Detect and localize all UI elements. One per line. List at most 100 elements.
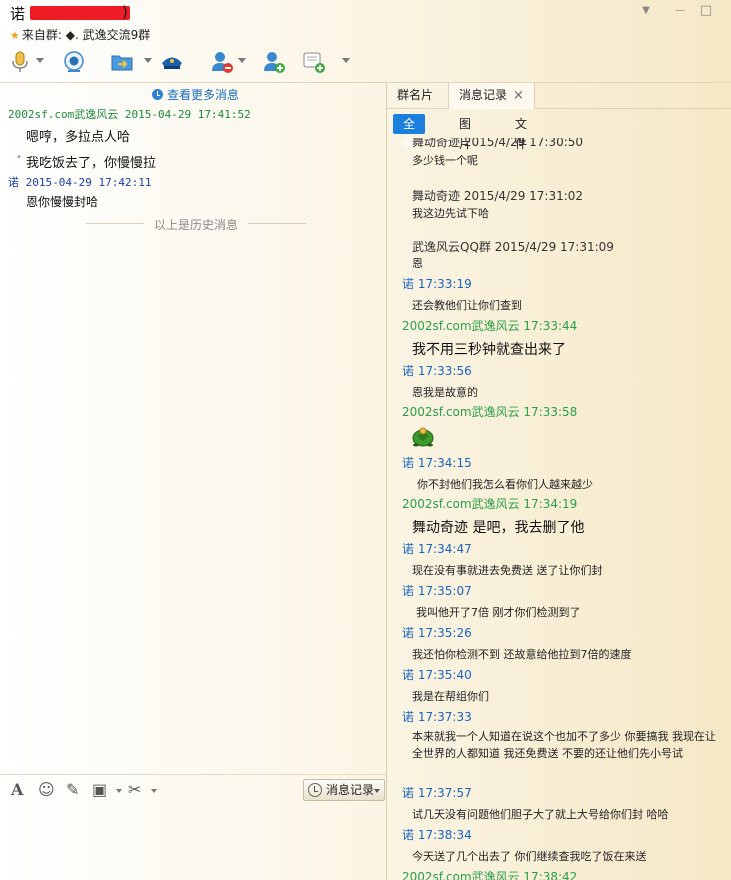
message-history-button[interactable]: 消息记录 <box>303 779 385 801</box>
chevron-down-icon[interactable] <box>36 58 44 63</box>
input-toolbar: A ☺ ✎ ▣ ✂ 消息记录 <box>0 774 386 804</box>
history-record: 2002sf.com武逸风云 17:38:42 <box>387 868 731 880</box>
record-header[interactable]: 诺 17:34:15 <box>402 454 472 471</box>
message-header: 诺 2015-04-29 17:42:11 <box>8 174 151 190</box>
font-icon[interactable]: A <box>11 781 23 799</box>
source-group-name[interactable]: ◆. 武逸交流9群 <box>66 28 151 42</box>
view-more-messages-label: 查看更多消息 <box>167 88 240 102</box>
record-text: 本来就我一个人知道在说这个也加不了多少 你要搞我 我现在让全世界的人都知道 我还… <box>412 730 716 760</box>
star-icon: ★ <box>10 29 20 42</box>
tab-message-history[interactable]: 消息记录 × <box>448 83 535 109</box>
chat-message-area: 查看更多消息 2002sf.com武逸风云 2015-04-29 17:41:5… <box>0 84 386 774</box>
tab-label: 群名片 <box>397 88 434 102</box>
image-icon[interactable]: ▣ <box>92 781 107 799</box>
record-header: 武逸风云QQ群 2015/4/29 17:31:09 <box>412 240 614 254</box>
record-header: 舞动奇迹 2015/4/29 17:30:50 <box>412 138 584 149</box>
message-add-icon <box>303 52 325 73</box>
window-menu-icon[interactable]: ▼ <box>638 4 654 18</box>
video-call-button[interactable] <box>62 48 152 76</box>
record-header[interactable]: 诺 17:35:26 <box>402 624 472 641</box>
record-header[interactable]: 2002sf.com武逸风云 17:33:44 <box>402 317 577 334</box>
clock-icon <box>152 89 163 100</box>
bullet-icon: • <box>16 152 22 163</box>
message-header: 2002sf.com武逸风云 2015-04-29 17:41:52 <box>8 106 251 122</box>
record-header[interactable]: 诺 17:37:57 <box>402 784 472 801</box>
record-text: 我叫他开了7倍 刚才你们检测到了 <box>416 606 581 619</box>
record-header[interactable]: 诺 17:35:07 <box>402 582 472 599</box>
new-message-button[interactable] <box>302 48 332 76</box>
record-header[interactable]: 诺 17:34:47 <box>402 540 472 557</box>
police-cap-icon <box>162 57 182 69</box>
scissors-icon[interactable]: ✂ <box>128 781 141 799</box>
source-label: 来自群: <box>21 28 62 42</box>
title-bar: 诺 ) ★ 来自群: ◆. 武逸交流9群 ▼ — □ <box>0 0 731 46</box>
file-transfer-button[interactable] <box>110 48 246 76</box>
message-sender[interactable]: 诺 <box>8 176 19 189</box>
chat-toolbar <box>8 48 350 78</box>
clock-icon <box>308 783 322 797</box>
history-divider: 以上是历史消息 <box>86 216 306 233</box>
record-text: 我不用三秒钟就查出来了 <box>412 342 566 358</box>
record-header: 舞动奇迹 2015/4/29 17:31:02 <box>412 189 584 203</box>
record-text: 我是在帮组你们 <box>412 690 489 703</box>
message-time: 2015-04-29 17:41:52 <box>124 108 251 121</box>
side-panel-tabs: 群名片 消息记录 × <box>387 83 731 109</box>
maximize-icon[interactable]: □ <box>698 4 714 18</box>
chevron-down-icon[interactable] <box>151 789 157 793</box>
record-header[interactable]: 2002sf.com武逸风云 17:38:42 <box>402 868 577 880</box>
redacted-name-block <box>30 6 130 20</box>
record-text: 恩 <box>412 257 423 270</box>
contact-name: 诺 <box>10 5 26 23</box>
minimize-icon[interactable]: — <box>672 4 688 18</box>
record-text: 舞动奇迹 是吧，我去删了他 <box>412 520 585 536</box>
record-header[interactable]: 2002sf.com武逸风云 17:33:58 <box>402 403 577 420</box>
tab-group-card[interactable]: 群名片 <box>387 83 443 109</box>
record-text: 你不封他们我怎么看你们人越来越少 <box>417 478 593 491</box>
police-button[interactable] <box>160 48 350 76</box>
turtle-emoji-icon <box>412 427 434 447</box>
record-header[interactable]: 诺 17:38:34 <box>402 826 472 843</box>
source-group-line: ★ 来自群: ◆. 武逸交流9群 <box>10 26 150 43</box>
contact-name-suffix: ) <box>122 3 128 21</box>
chevron-down-icon[interactable] <box>374 789 380 793</box>
filter-images[interactable]: 图片 <box>449 114 481 151</box>
record-text: 今天送了几个出去了 你们继续查我吃了饭在来送 <box>412 850 647 863</box>
voice-call-button[interactable] <box>8 48 48 76</box>
record-text: 我这边先试下哈 <box>412 207 489 220</box>
record-header[interactable]: 2002sf.com武逸风云 17:34:19 <box>402 495 577 512</box>
record-header[interactable]: 诺 17:33:56 <box>402 362 472 379</box>
view-more-messages-link[interactable]: 查看更多消息 <box>152 86 239 103</box>
message-text: 嗯哼，多拉点人哈 <box>26 130 131 145</box>
record-text: 恩我是故意的 <box>412 386 478 399</box>
edit-icon[interactable]: ✎ <box>66 781 79 799</box>
record-text: 还会教他们让你们查到 <box>412 299 522 312</box>
filter-all[interactable]: 全部 <box>393 114 426 151</box>
user-remove-icon <box>212 52 233 73</box>
record-header[interactable]: 诺 17:35:40 <box>402 666 472 683</box>
chat-window: 诺 ) ★ 来自群: ◆. 武逸交流9群 ▼ — □ 查看更多消息 2002sf… <box>0 0 731 880</box>
message-text: 我吃饭去了，你慢慢拉 <box>26 156 157 171</box>
user-add-icon <box>264 52 285 73</box>
message-sender[interactable]: 2002sf.com武逸风云 <box>8 108 118 121</box>
close-icon[interactable]: × <box>513 88 524 103</box>
filter-files[interactable]: 文件 <box>505 114 537 151</box>
tab-label: 消息记录 <box>459 88 508 102</box>
webcam-icon <box>64 51 84 72</box>
chevron-down-icon[interactable] <box>342 58 350 63</box>
record-header[interactable]: 诺 17:37:33 <box>402 708 472 725</box>
record-header[interactable]: 诺 17:33:19 <box>402 275 472 292</box>
folder-arrow-icon <box>111 55 133 71</box>
side-panel: 群名片 消息记录 × 全部 图片 文件 舞动奇迹 2015/4/29 17:30:… <box>387 83 731 880</box>
record-text: 现在没有事就进去免费送 送了让你们封 <box>412 564 603 577</box>
message-text: 恩你慢慢封哈 <box>26 195 99 209</box>
record-text: 多少钱一个呢 <box>412 154 478 167</box>
microphone-icon <box>12 51 28 72</box>
chevron-down-icon[interactable] <box>116 789 122 793</box>
smiley-icon[interactable]: ☺ <box>38 781 55 799</box>
remove-member-button[interactable] <box>210 48 240 76</box>
message-history-label: 消息记录 <box>326 783 375 797</box>
message-time: 2015-04-29 17:42:11 <box>25 176 152 189</box>
add-friend-button[interactable] <box>262 48 292 76</box>
record-text: 我还怕你检测不到 还故意给他拉到7倍的速度 <box>412 648 632 661</box>
record-text: 试几天没有问题他们胆子大了就上大号给你们封 哈哈 <box>412 808 669 821</box>
